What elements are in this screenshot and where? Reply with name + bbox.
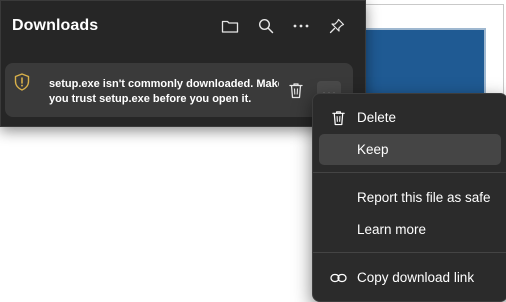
pin-downloads-button[interactable]	[325, 14, 349, 38]
warning-shield-icon	[14, 73, 30, 96]
download-item[interactable]: setup.exe isn't commonly downloaded. Mak…	[5, 63, 353, 117]
more-icon	[293, 24, 309, 28]
delete-download-button[interactable]	[284, 81, 308, 105]
menu-item-label: Delete	[357, 110, 396, 125]
menu-item-keep[interactable]: Keep	[319, 134, 501, 165]
menu-item-delete[interactable]: Delete	[319, 102, 501, 133]
download-context-menu: Delete Keep Report this file as safe Lea…	[312, 93, 506, 302]
menu-divider	[313, 172, 506, 173]
menu-item-label: Keep	[357, 142, 389, 157]
download-warning-text: setup.exe isn't commonly downloaded. Mak…	[49, 77, 279, 107]
menu-item-report-safe[interactable]: Report this file as safe	[319, 182, 501, 213]
menu-item-learn-more[interactable]: Learn more	[319, 214, 501, 245]
download-warning-line-1: setup.exe isn't commonly downloaded. Mak…	[49, 77, 279, 92]
open-downloads-folder-button[interactable]	[218, 14, 242, 38]
menu-item-copy-link[interactable]: Copy download link	[319, 262, 501, 293]
download-warning-line-2: you trust setup.exe before you open it.	[49, 92, 279, 107]
link-icon	[319, 273, 357, 283]
menu-divider	[313, 252, 506, 253]
trash-icon	[288, 82, 304, 104]
folder-icon	[221, 18, 239, 34]
more-options-button[interactable]	[289, 14, 313, 38]
menu-item-label: Report this file as safe	[357, 190, 491, 205]
pin-icon	[329, 18, 345, 34]
menu-item-label: Copy download link	[357, 270, 474, 285]
search-downloads-button[interactable]	[254, 14, 278, 38]
search-icon	[258, 18, 274, 34]
menu-item-label: Learn more	[357, 222, 426, 237]
delete-icon	[319, 110, 357, 126]
panel-title: Downloads	[12, 17, 98, 35]
